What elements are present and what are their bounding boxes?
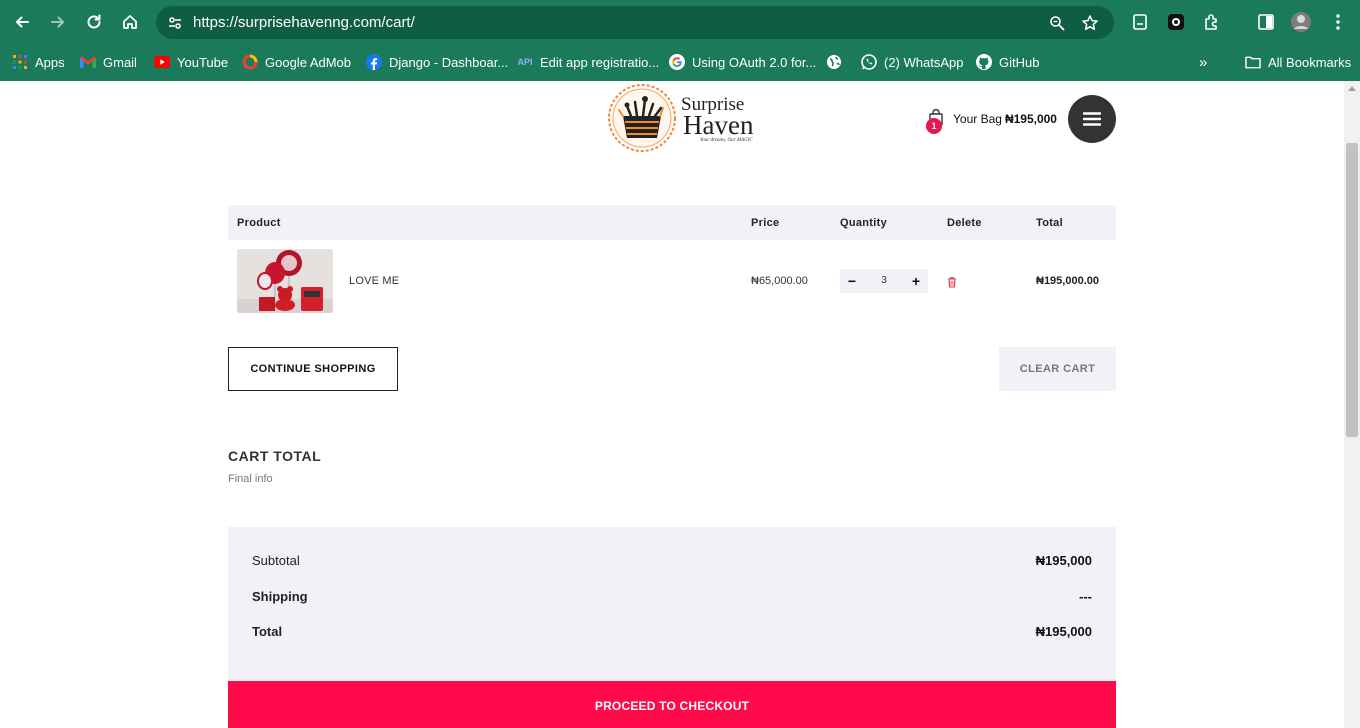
delete-item-button[interactable] — [946, 275, 958, 288]
logo-tagline: Your dreams, Our MAGIC — [700, 138, 753, 143]
proceed-to-checkout-button[interactable]: PROCEED TO CHECKOUT — [228, 681, 1116, 728]
trash-icon — [948, 277, 956, 288]
all-bookmarks-button[interactable]: All Bookmarks — [1245, 52, 1351, 72]
total-row: Total ₦195,000 — [252, 624, 1092, 642]
product-price: ₦65,000.00 — [751, 275, 808, 287]
bookmark-apps[interactable]: Apps — [12, 52, 65, 72]
shipping-value: --- — [1079, 589, 1092, 604]
home-button[interactable] — [117, 9, 143, 35]
star-icon[interactable] — [1080, 13, 1100, 33]
quantity-input[interactable]: 3 — [870, 275, 898, 286]
quantity-stepper: − 3 + — [840, 269, 928, 293]
cart-table: Product Price Quantity Delete Total LOVE… — [228, 205, 1116, 322]
product-name[interactable]: LOVE ME — [349, 275, 399, 287]
back-button[interactable] — [9, 9, 35, 35]
browser-menu-icon[interactable] — [1327, 11, 1349, 33]
arrow-right-icon — [51, 16, 64, 28]
forward-button[interactable] — [45, 9, 71, 35]
url-text[interactable]: https://surprisehavenng.com/cart/ — [193, 14, 415, 31]
cart-table-header: Product Price Quantity Delete Total — [228, 205, 1116, 240]
apps-grid-icon — [12, 54, 28, 70]
bag-amount: ₦195,000 — [1004, 112, 1057, 126]
site-settings-icon[interactable] — [164, 12, 186, 34]
google-icon — [669, 54, 685, 70]
gmail-icon — [80, 54, 96, 70]
total-value: ₦195,000 — [1035, 624, 1092, 639]
profile-avatar-icon[interactable] — [1290, 11, 1312, 33]
logo-text-haven: Haven — [683, 110, 754, 140]
address-bar[interactable]: https://surprisehavenng.com/cart/ — [156, 6, 1114, 39]
bookmark-whatsapp[interactable]: (2) WhatsApp — [861, 52, 963, 72]
bag-count-badge: 1 — [926, 118, 942, 134]
scrollbar-thumb[interactable] — [1346, 143, 1358, 437]
subtotal-row: Subtotal ₦195,000 — [252, 553, 1092, 571]
reload-button[interactable] — [81, 9, 107, 35]
globe-icon — [826, 54, 842, 70]
whatsapp-icon — [861, 54, 877, 70]
column-delete: Delete — [947, 217, 982, 229]
continue-shopping-button[interactable]: CONTINUE SHOPPING — [228, 347, 398, 391]
page-scrollbar[interactable] — [1344, 81, 1360, 728]
bag-icon: 1 — [925, 108, 945, 134]
shipping-label: Shipping — [252, 589, 308, 604]
browser-chrome: https://surprisehavenng.com/cart/ Apps G… — [0, 0, 1360, 81]
column-price: Price — [751, 217, 780, 229]
clear-cart-button[interactable]: CLEAR CART — [999, 347, 1116, 391]
arrow-left-icon — [16, 16, 29, 28]
browser-toolbar: https://surprisehavenng.com/cart/ — [0, 0, 1360, 44]
column-total: Total — [1036, 217, 1063, 229]
side-panel-icon[interactable] — [1255, 11, 1277, 33]
reload-icon — [87, 14, 101, 29]
tab-search-icon[interactable] — [1129, 11, 1151, 33]
bookmarks-bar: Apps Gmail YouTube Google AdMob Django -… — [0, 44, 1360, 81]
column-product: Product — [237, 217, 281, 229]
bag-label: Your Bag — [953, 112, 1002, 126]
bookmark-github[interactable]: GitHub — [976, 52, 1039, 72]
hamburger-menu-button[interactable] — [1068, 95, 1116, 143]
bookmark-django-dashboard[interactable]: Django - Dashboar... — [366, 52, 508, 72]
cart-total-subtitle: Final info — [228, 473, 273, 485]
admob-icon — [242, 54, 258, 70]
quantity-increase-button[interactable]: + — [906, 271, 926, 291]
bookmark-youtube[interactable]: YouTube — [154, 52, 228, 72]
bookmark-edit-app-registration[interactable]: API Edit app registratio... — [517, 52, 659, 72]
hamburger-icon — [1083, 112, 1101, 126]
github-icon — [976, 54, 992, 70]
bookmark-globe[interactable] — [826, 52, 842, 72]
bookmark-oauth[interactable]: Using OAuth 2.0 for... — [669, 52, 816, 72]
page-content: Surprise Haven Your dreams, Our MAGIC 1 … — [0, 81, 1344, 728]
facebook-icon — [366, 54, 382, 70]
folder-icon — [1245, 54, 1261, 70]
youtube-icon — [154, 54, 170, 70]
api-icon: API — [517, 57, 533, 67]
extensions-puzzle-icon[interactable] — [1201, 11, 1223, 33]
cart-totals-panel: Subtotal ₦195,000 Shipping --- Total ₦19… — [228, 527, 1116, 682]
shipping-row: Shipping --- — [252, 589, 1092, 607]
subtotal-label: Subtotal — [252, 553, 300, 568]
product-image[interactable] — [237, 249, 333, 313]
cart-total-title: CART TOTAL — [228, 448, 322, 464]
zoom-icon[interactable] — [1047, 13, 1067, 33]
bookmark-admob[interactable]: Google AdMob — [242, 52, 351, 72]
column-quantity: Quantity — [840, 217, 888, 229]
bookmarks-overflow-chevron-icon[interactable]: » — [1199, 52, 1207, 72]
bookmark-gmail[interactable]: Gmail — [80, 52, 137, 72]
product-line-total: ₦195,000.00 — [1036, 275, 1099, 287]
shopping-bag[interactable]: 1 Your Bag ₦195,000 — [925, 107, 1057, 134]
total-label: Total — [252, 624, 283, 639]
scroll-up-arrow-icon[interactable] — [1348, 86, 1356, 91]
cart-row: LOVE ME ₦65,000.00 − 3 + ₦195,000.00 — [228, 240, 1116, 322]
quantity-decrease-button[interactable]: − — [842, 271, 862, 291]
subtotal-value: ₦195,000 — [1035, 553, 1092, 568]
home-icon — [123, 15, 137, 29]
extension-dark-icon[interactable] — [1165, 11, 1187, 33]
